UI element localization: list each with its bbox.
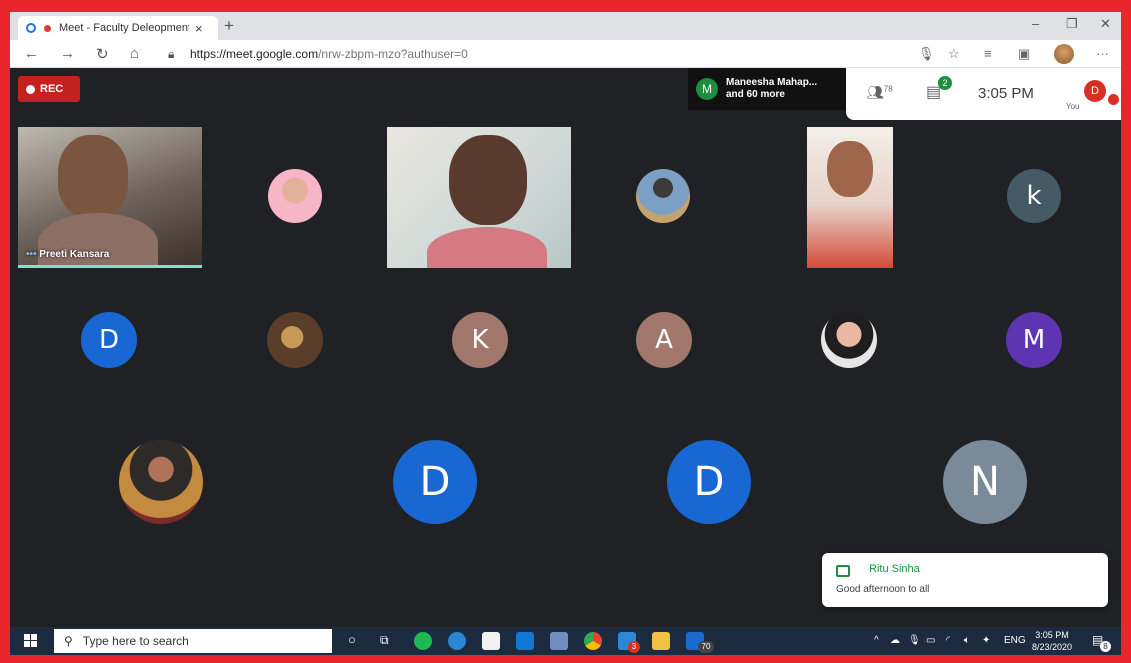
- people-count: 78: [883, 84, 893, 94]
- address-bar-row: ← → ↻ ⌂ 🔒︎ https://meet.google.com/nrw-z…: [10, 40, 1121, 68]
- meet-favicon-icon: [26, 23, 36, 33]
- url-field[interactable]: https://meet.google.com/nrw-zbpm-mzo?aut…: [190, 47, 468, 61]
- app-badge: 70: [698, 641, 714, 653]
- recording-badge: REC: [18, 76, 80, 102]
- chat-sender: Ritu Sinha: [869, 563, 920, 575]
- participant-tile-saree[interactable]: [807, 127, 893, 268]
- people-icon: 👥︎: [866, 84, 884, 100]
- speaking-indicator: [18, 265, 202, 268]
- rec-dot-icon: [26, 84, 35, 94]
- participant-tile-preeti[interactable]: Preeti Kansara: [18, 127, 202, 268]
- forward-icon[interactable]: →: [60, 45, 75, 62]
- participant-avatar-d[interactable]: D: [393, 440, 477, 524]
- language-indicator[interactable]: ENG: [1004, 635, 1026, 646]
- mic-off-icon: [1108, 94, 1119, 105]
- presenter-name: Maneesha Mahap...: [726, 77, 818, 88]
- taskbar-clock[interactable]: 3:05 PM 8/23/2020: [1032, 629, 1072, 653]
- participant-photo-avatar[interactable]: [267, 312, 323, 368]
- people-button[interactable]: 👥︎78: [866, 84, 893, 101]
- window-close-button[interactable]: ✕: [1100, 16, 1111, 32]
- chrome-icon[interactable]: [584, 632, 602, 650]
- cortana-icon[interactable]: ○: [348, 632, 356, 647]
- taskbar-search-box[interactable]: ⚲ Type here to search: [54, 629, 332, 653]
- refresh-icon[interactable]: ↻: [96, 45, 109, 63]
- store-icon[interactable]: [482, 632, 500, 650]
- participant-body: [427, 227, 547, 268]
- mail-icon[interactable]: [516, 632, 534, 650]
- battery-icon[interactable]: ▭: [926, 635, 935, 646]
- collections-icon[interactable]: ▣: [1018, 46, 1030, 62]
- mic-tray-icon[interactable]: 🎙︎: [908, 635, 921, 646]
- lock-icon[interactable]: 🔒︎: [168, 47, 174, 62]
- presenter-chip[interactable]: M Maneesha Mahap... and 60 more: [688, 68, 848, 110]
- presenter-more: and 60 more: [726, 89, 785, 100]
- taskbar-date: 8/23/2020: [1032, 642, 1073, 652]
- spotify-icon[interactable]: [414, 632, 432, 650]
- taskbar-time: 3:05 PM: [1035, 630, 1069, 640]
- windows-start-icon[interactable]: [24, 634, 38, 648]
- presenter-avatar: M: [696, 78, 718, 100]
- task-view-icon[interactable]: ⧉: [380, 633, 389, 648]
- volume-icon[interactable]: 🔈︎: [964, 635, 970, 646]
- file-explorer-icon[interactable]: [652, 632, 670, 650]
- onedrive-icon[interactable]: ☁: [890, 635, 900, 646]
- you-label: You: [1066, 102, 1080, 111]
- chat-badge: 2: [938, 76, 952, 90]
- recording-dot-icon: [44, 24, 51, 32]
- url-host: https://meet.google.com: [190, 47, 319, 61]
- minimize-button[interactable]: –: [1032, 16, 1039, 31]
- participant-avatar-m[interactable]: M: [1006, 312, 1062, 368]
- notification-count: 8: [1100, 641, 1111, 652]
- new-tab-button[interactable]: +: [224, 16, 234, 36]
- meet-window: Meet - Faculty Deleopment × + – ❐ ✕ ← → …: [10, 12, 1121, 655]
- meeting-time: 3:05 PM: [978, 85, 1034, 102]
- participant-photo-avatar[interactable]: [119, 440, 203, 524]
- participant-video: [58, 135, 128, 217]
- rec-label: REC: [40, 83, 64, 95]
- mic-permission-icon[interactable]: 🎙︎: [918, 46, 935, 62]
- participant-avatar-n[interactable]: N: [943, 440, 1027, 524]
- browser-tab[interactable]: Meet - Faculty Deleopment ×: [18, 16, 218, 40]
- browser-titlebar: Meet - Faculty Deleopment × + – ❐ ✕: [10, 12, 1121, 40]
- profile-avatar[interactable]: [1054, 44, 1074, 64]
- participant-name: Preeti Kansara: [26, 249, 109, 260]
- home-icon[interactable]: ⌂: [130, 45, 139, 62]
- chat-message: Good afternoon to all: [836, 584, 930, 595]
- star-icon[interactable]: ☆: [948, 46, 960, 62]
- url-path: /nrw-zbpm-mzo?authuser=0: [318, 47, 468, 61]
- favorites-icon[interactable]: ≡: [984, 46, 992, 61]
- participant-video: [449, 135, 527, 225]
- participant-avatar-a[interactable]: A: [636, 312, 692, 368]
- tab-close-icon[interactable]: ×: [195, 21, 203, 36]
- participant-avatar-k[interactable]: K: [452, 312, 508, 368]
- chat-notification[interactable]: Ritu Sinha Good afternoon to all: [822, 553, 1108, 607]
- search-placeholder: Type here to search: [82, 634, 189, 648]
- meet-info-bar: 👥︎78 ▤ 2 3:05 PM You D: [846, 68, 1121, 120]
- more-icon[interactable]: ···: [1096, 46, 1109, 61]
- show-hidden-icons[interactable]: ^: [874, 635, 879, 646]
- windows-taskbar: ⚲ Type here to search ○ ⧉ 3 70 ^ ☁ 🎙︎ ▭ …: [10, 627, 1121, 655]
- dropbox-icon[interactable]: ✦: [982, 635, 990, 646]
- wifi-icon[interactable]: ◜: [946, 635, 950, 646]
- you-avatar[interactable]: D: [1084, 80, 1106, 102]
- participant-avatar-d[interactable]: D: [81, 312, 137, 368]
- participant-avatar-d[interactable]: D: [667, 440, 751, 524]
- back-icon[interactable]: ←: [24, 45, 39, 62]
- tab-title: Meet - Faculty Deleopment: [59, 22, 189, 34]
- restore-button[interactable]: ❐: [1066, 16, 1078, 32]
- participant-video: [827, 141, 873, 197]
- participant-tile-speaker[interactable]: [387, 127, 571, 268]
- participant-photo-avatar[interactable]: [268, 169, 322, 223]
- participant-photo-avatar[interactable]: [636, 169, 690, 223]
- participant-avatar-k[interactable]: k: [1007, 169, 1061, 223]
- edge-icon[interactable]: [448, 632, 466, 650]
- participant-photo-avatar[interactable]: [821, 312, 877, 368]
- app-badge: 3: [628, 641, 640, 653]
- app-icon[interactable]: [550, 632, 568, 650]
- chat-message-icon: [836, 565, 850, 577]
- search-icon: ⚲: [64, 634, 73, 648]
